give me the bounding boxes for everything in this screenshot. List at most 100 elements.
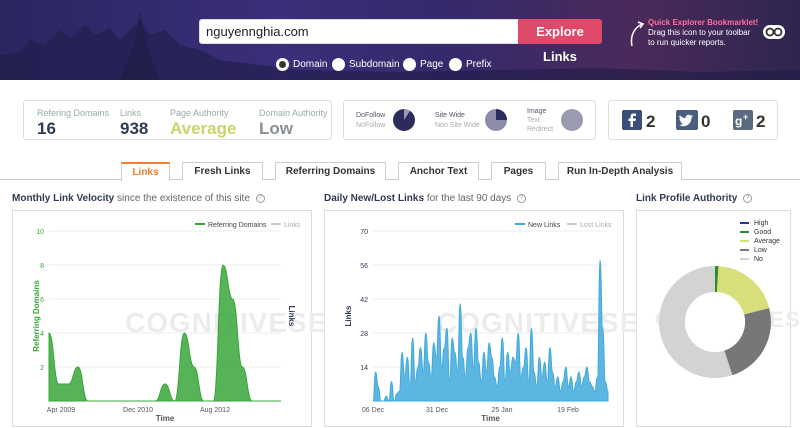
velocity-help-icon[interactable]: ? [256,194,265,203]
y-axis-title: Links [344,305,353,326]
referring-domains-value: 16 [37,119,56,139]
page-authority-value: Average [170,119,236,139]
radio-subdomain[interactable]: Subdomain [332,58,400,71]
facebook-icon[interactable] [622,110,642,130]
radio-domain[interactable]: Domain [276,58,327,71]
svg-text:+: + [743,112,748,122]
image-label: Image [527,108,546,115]
legend-label: Links [284,222,301,229]
legend-label: Average [754,238,780,245]
site-wide-label: Site Wide [435,112,465,119]
legend-swatch [195,223,205,225]
links-value: 938 [120,119,148,139]
y-tick-label: 10 [36,229,44,236]
x-tick-label: Aug 2012 [200,407,230,414]
tab-pages[interactable]: Pages [491,162,546,180]
links-label: Links [120,108,141,118]
y-tick-label: 56 [360,263,368,270]
twitter-count: 0 [701,112,710,132]
domain-authority-value: Low [259,119,293,139]
x-tick-label: Dec 2010 [123,407,153,414]
referring-domains-label: Refering Domains [37,108,109,118]
curved-arrow-icon [628,20,646,48]
legend-label: Referring Domains [208,222,267,229]
radio-prefix-dot[interactable] [449,58,462,71]
y-tick-label: 70 [360,229,368,236]
radio-prefix[interactable]: Prefix [449,58,492,71]
legend-swatch [271,223,281,225]
legend-swatch [567,223,577,225]
googleplus-count: 2 [756,112,765,132]
legend-swatch [740,240,749,242]
y-tick-label: 8 [40,263,44,270]
legend-swatch [740,249,749,251]
tab-anchor-text[interactable]: Anchor Text [398,162,479,180]
domain-search-input[interactable]: nguyennghia.com [199,19,519,44]
tab-fresh-links[interactable]: Fresh Links [182,162,263,180]
authority-help-icon[interactable]: ? [743,194,752,203]
legend-swatch [515,223,525,225]
tab-links[interactable]: Links [121,162,170,181]
radio-page-dot[interactable] [403,58,416,71]
tab-referring-domains[interactable]: Referring Domains [275,162,386,180]
legend-swatch [740,231,749,233]
legend-label: No [754,256,763,263]
non-site-wide-label: Non Site Wide [435,122,480,129]
facebook-count: 2 [646,112,655,132]
explore-links-button[interactable]: Explore Links [518,19,602,44]
x-axis-title: Time [156,414,175,423]
x-axis-title: Time [481,414,500,423]
bookmarklet-icon[interactable] [763,25,785,39]
x-tick-label: 19 Feb [557,407,579,414]
x-tick-label: 25 Jan [491,407,512,414]
link-types-card: DoFollow NoFollow Site Wide Non Site Wid… [343,100,596,140]
tab-in-depth-analysis[interactable]: Run In-Depth Analysis [558,162,682,180]
daily-chart: 142842567006 Dec31 Dec25 Jan19 FebTimeLi… [325,211,625,428]
daily-help-icon[interactable]: ? [517,194,526,203]
y-tick-label: 42 [360,297,368,304]
social-card: 2 0 g + 2 [608,100,778,140]
radio-subdomain-label: Subdomain [349,59,400,70]
y-tick-label: 2 [40,365,44,372]
radio-page[interactable]: Page [403,58,443,71]
daily-title: Daily New/Lost Links [324,193,424,204]
velocity-title: Monthly Link Velocity [12,193,114,204]
domain-search-value: nguyennghia.com [206,24,309,39]
legend-label: Good [754,229,771,236]
radio-domain-dot[interactable] [276,58,289,71]
radio-subdomain-dot[interactable] [332,58,345,71]
legend-label: High [754,220,769,227]
legend-label: Lost Links [580,222,612,229]
svg-text:g: g [735,114,742,128]
site-wide-pie [484,108,508,132]
series-area [373,260,608,401]
velocity-chart: 246810Apr 2009Dec 2010Aug 2012TimeReferr… [13,211,313,428]
media-pie [560,108,584,132]
velocity-subtitle: since the existence of this site [117,193,250,204]
authority-panel-title: Link Profile Authority ? [636,193,752,204]
x-tick-label: Apr 2009 [47,407,76,414]
donut-hole [685,292,745,352]
radio-prefix-label: Prefix [466,59,492,70]
y-axis-title: Referring Domains [32,280,41,352]
authority-title: Link Profile Authority [636,193,737,204]
velocity-panel-title: Monthly Link Velocity since the existenc… [12,193,265,204]
nofollow-label: NoFollow [356,122,385,129]
radio-domain-label: Domain [293,59,327,70]
follow-pie [392,108,416,132]
legend-swatch [740,222,749,224]
bookmarklet-title: Quick Explorer Bookmarklet! [648,18,758,27]
radio-page-label: Page [420,59,443,70]
twitter-icon[interactable] [676,110,698,130]
legend-label: New Links [528,222,561,229]
daily-chart-box: COGNITIVESEO 142842567006 Dec31 Dec25 Ja… [324,210,624,427]
redirect-label: Redirect [527,126,553,133]
dofollow-label: DoFollow [356,112,385,119]
y2-axis-title: Links [287,306,296,327]
daily-panel-title: Daily New/Lost Links for the last 90 day… [324,193,526,204]
google-plus-icon[interactable]: g + [733,110,753,130]
authority-chart-box: COGNITIVESEO HighGoodAverageLowNo [636,210,791,427]
x-tick-label: 31 Dec [426,407,449,414]
bookmarklet-text: Drag this icon to your toolbar to run qu… [648,28,758,48]
metrics-card: Refering Domains 16 Links 938 Page Autho… [23,100,332,140]
